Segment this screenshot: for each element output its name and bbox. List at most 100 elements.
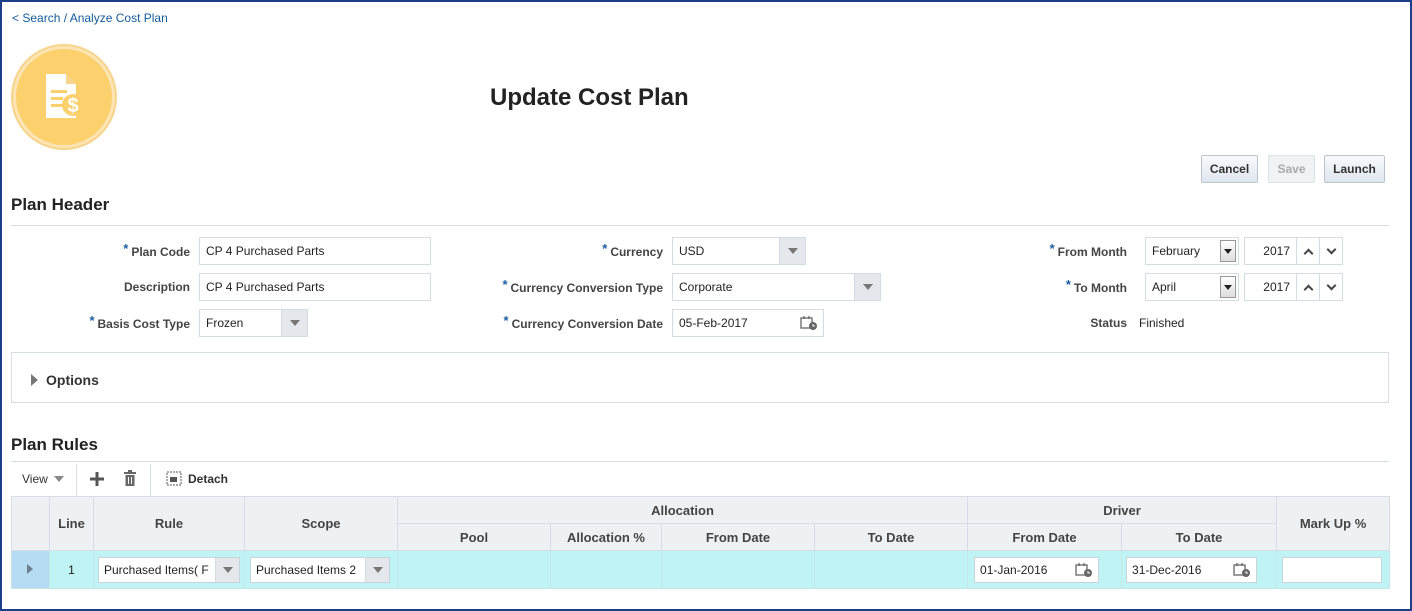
table-row[interactable]: 1 Purchased Items( F Purchased Items 2 0… <box>11 550 1391 589</box>
page-title: Update Cost Plan <box>490 84 689 111</box>
line-cell: 1 <box>49 550 94 589</box>
svg-text:$: $ <box>67 95 78 117</box>
options-toggle[interactable]: Options <box>31 372 99 388</box>
rule-cell: Purchased Items( F <box>93 550 245 589</box>
chevron-down-icon[interactable] <box>779 238 805 264</box>
from-year-input[interactable]: 2017 <box>1244 237 1297 265</box>
launch-button[interactable]: Launch <box>1324 155 1385 183</box>
from-date-cell <box>661 550 815 589</box>
basis-cost-type-label: * Basis Cost Type <box>89 313 190 331</box>
to-month-select[interactable]: April <box>1145 273 1239 301</box>
toolbar-separator <box>76 464 77 496</box>
column-header-mark-up[interactable]: Mark Up % <box>1276 496 1391 551</box>
plan-rules-title: Plan Rules <box>11 435 98 454</box>
chevron-down-icon[interactable] <box>854 274 880 300</box>
chevron-down-icon[interactable] <box>365 558 389 582</box>
scope-select[interactable]: Purchased Items 2 <box>250 557 390 583</box>
cancel-button[interactable]: Cancel <box>1201 155 1258 183</box>
add-icon[interactable] <box>89 471 105 487</box>
save-button[interactable]: Save <box>1268 155 1315 183</box>
calendar-icon[interactable] <box>1233 562 1251 578</box>
driver-from-date-input[interactable]: 01-Jan-2016 <box>974 557 1100 583</box>
currency-label: * Currency <box>602 241 663 259</box>
divider <box>11 461 1389 462</box>
options-label: Options <box>46 372 99 388</box>
rule-select[interactable]: Purchased Items( F <box>98 557 240 583</box>
toolbar-separator <box>150 464 151 496</box>
from-month-label: * From Month <box>1049 241 1127 259</box>
currency-conversion-type-label: * Currency Conversion Type <box>502 277 663 295</box>
page-frame: < Search / Analyze Cost Plan $ Update Co… <box>0 0 1412 611</box>
from-month-select[interactable]: February <box>1145 237 1239 265</box>
to-month-label: * To Month <box>1065 277 1127 295</box>
driver-from-date-cell: 01-Jan-2016 <box>967 550 1123 589</box>
chevron-down-icon <box>53 476 64 482</box>
chevron-up-icon <box>1303 284 1313 294</box>
options-panel <box>11 352 1389 403</box>
plan-header-title: Plan Header <box>11 195 110 214</box>
column-header-pool[interactable]: Pool <box>397 523 551 551</box>
chevron-down-icon[interactable] <box>281 310 307 336</box>
allocation-pct-cell <box>550 550 662 589</box>
required-indicator: * <box>502 277 508 292</box>
basis-cost-type-select[interactable]: Frozen <box>199 309 308 337</box>
scope-cell: Purchased Items 2 <box>244 550 398 589</box>
mark-up-cell <box>1276 550 1391 589</box>
row-selector[interactable] <box>11 550 50 589</box>
column-header-driver-to-date[interactable]: To Date <box>1121 523 1278 551</box>
column-header-scope[interactable]: Scope <box>244 496 398 551</box>
detach-button[interactable]: Detach <box>166 471 228 486</box>
to-year-input[interactable]: 2017 <box>1244 273 1297 301</box>
column-header-to-date[interactable]: To Date <box>813 523 969 551</box>
column-group-allocation: Allocation <box>396 496 969 524</box>
required-indicator: * <box>1065 277 1071 292</box>
description-label: Description <box>123 280 190 294</box>
required-indicator: * <box>503 313 509 328</box>
plan-code-label: * Plan Code <box>123 241 190 259</box>
to-year-increment-button[interactable] <box>1296 273 1320 301</box>
document-dollar-icon: $ <box>46 74 84 118</box>
plan-rules-table: Line Rule Scope Allocation Driver Mark U… <box>11 496 1391 589</box>
currency-conversion-type-select[interactable]: Corporate <box>672 273 881 301</box>
description-input[interactable]: CP 4 Purchased Parts <box>199 273 431 301</box>
calendar-icon[interactable] <box>1075 562 1093 578</box>
status-value: Finished <box>1139 316 1185 330</box>
plan-code-input[interactable]: CP 4 Purchased Parts <box>199 237 431 265</box>
calendar-icon[interactable] <box>800 315 818 331</box>
column-header-line[interactable]: Line <box>49 496 94 551</box>
status-label: Status <box>1090 316 1127 330</box>
from-year-increment-button[interactable] <box>1296 237 1320 265</box>
column-group-driver: Driver <box>967 496 1278 524</box>
column-header-from-date[interactable]: From Date <box>661 523 815 551</box>
to-date-cell <box>813 550 969 589</box>
currency-select[interactable]: USD <box>672 237 806 265</box>
breadcrumb-link[interactable]: < Search / Analyze Cost Plan <box>12 11 168 25</box>
required-indicator: * <box>1049 241 1055 256</box>
pool-cell <box>397 550 551 589</box>
chevron-down-icon[interactable] <box>215 558 239 582</box>
column-header-allocation-pct[interactable]: Allocation % <box>550 523 662 551</box>
expand-row-icon[interactable] <box>27 564 33 574</box>
from-year-decrement-button[interactable] <box>1319 237 1343 265</box>
currency-conversion-date-label: * Currency Conversion Date <box>503 313 663 331</box>
delete-icon[interactable] <box>123 470 137 487</box>
divider <box>11 225 1389 226</box>
mark-up-input[interactable] <box>1282 557 1383 583</box>
detach-icon <box>166 471 182 486</box>
selector-header <box>11 496 50 551</box>
dropdown-icon[interactable] <box>1220 240 1236 262</box>
expand-icon <box>31 374 38 386</box>
driver-to-date-input[interactable]: 31-Dec-2016 <box>1126 557 1258 583</box>
cost-plan-logo: $ <box>11 44 117 150</box>
chevron-down-icon <box>1326 244 1336 254</box>
to-year-decrement-button[interactable] <box>1319 273 1343 301</box>
required-indicator: * <box>123 241 129 256</box>
required-indicator: * <box>89 313 95 328</box>
chevron-down-icon <box>1326 280 1336 290</box>
chevron-up-icon <box>1303 248 1313 258</box>
dropdown-icon[interactable] <box>1220 276 1236 298</box>
driver-to-date-cell: 31-Dec-2016 <box>1121 550 1278 589</box>
view-menu[interactable]: View <box>22 472 64 486</box>
column-header-rule[interactable]: Rule <box>93 496 245 551</box>
column-header-driver-from-date[interactable]: From Date <box>967 523 1123 551</box>
